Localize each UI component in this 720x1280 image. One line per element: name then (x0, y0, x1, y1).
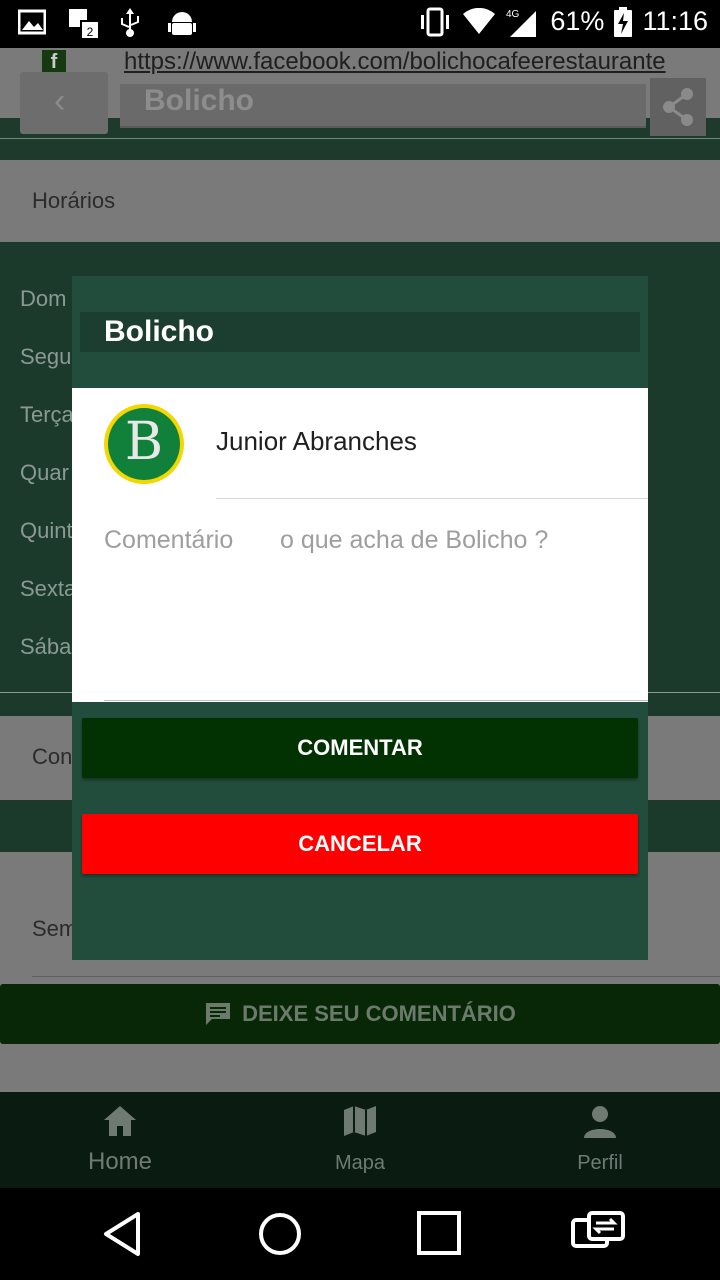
person-icon (584, 1106, 616, 1138)
chevron-left-icon: ‹ (54, 82, 66, 120)
comment-label: Comentário (104, 526, 234, 554)
day-label: Sexta (20, 576, 77, 601)
comment-input[interactable] (280, 526, 620, 555)
comment-dialog: Bolicho B Junior Abranches Comentário CO… (72, 276, 648, 960)
dialog-body: B Junior Abranches Comentário (72, 388, 648, 702)
recents-square-icon[interactable] (416, 1210, 462, 1256)
avatar: B (104, 404, 184, 484)
battery-charging-icon (614, 6, 633, 37)
comentar-button[interactable]: COMENTAR (82, 718, 638, 778)
empty-comments-text: Sem (32, 916, 78, 941)
back-triangle-icon[interactable] (100, 1210, 144, 1258)
wifi-icon (462, 7, 496, 36)
day-label: Quint (20, 518, 73, 543)
nav-perfil-label: Perfil (577, 1152, 623, 1174)
clock: 11:16 (642, 6, 708, 36)
cancelar-button[interactable]: CANCELAR (82, 814, 638, 874)
divider (216, 498, 648, 499)
share-button[interactable] (650, 78, 706, 136)
dialog-title: Bolicho (104, 315, 214, 348)
day-label: Sába (20, 634, 72, 659)
divider (32, 976, 720, 977)
svg-text:2: 2 (87, 25, 94, 39)
nav-home-label: Home (87, 1148, 153, 1175)
comentarios-title: Con (32, 744, 73, 769)
day-label: Segu (20, 344, 72, 369)
usb-icon (118, 8, 146, 38)
nav-home[interactable]: Home (0, 1092, 240, 1188)
system-navigation-bar (0, 1188, 720, 1280)
back-button[interactable]: ‹ (20, 72, 108, 134)
user-name: Junior Abranches (216, 426, 417, 456)
facebook-icon: f (42, 50, 66, 74)
comment-icon (206, 1003, 231, 1025)
nav-mapa[interactable]: Mapa (240, 1092, 480, 1188)
nav-perfil[interactable]: Perfil (480, 1092, 720, 1188)
gallery-notification-icon (18, 8, 46, 38)
vibrate-icon (418, 7, 452, 37)
day-label: Dom (20, 286, 67, 311)
svg-text:4G: 4G (506, 9, 520, 20)
leave-comment-button[interactable]: DEIXE SEU COMENTÁRIO (0, 984, 720, 1044)
switch-app-icon[interactable] (570, 1210, 626, 1250)
avatar-letter: B (124, 412, 164, 472)
map-icon (344, 1106, 376, 1136)
battery-percent: 61% (550, 6, 605, 36)
horarios-section: Horários (0, 160, 720, 242)
bottom-navigation: Home Mapa Perfil (0, 1092, 720, 1188)
day-label: Quar (20, 460, 69, 485)
share-icon (663, 88, 693, 126)
toolbar-title-box: Bolicho (120, 84, 646, 128)
day-label: Terça (20, 402, 74, 427)
facebook-link[interactable]: https://www.facebook.com/bolichocafeeres… (124, 48, 666, 76)
signal-icon: 4G (506, 7, 540, 37)
home-circle-icon[interactable] (256, 1210, 304, 1258)
toolbar-title: Bolicho (144, 84, 254, 117)
home-icon (104, 1106, 136, 1136)
status-bar: 2 4G 61% 11:16 (0, 0, 720, 48)
nav-mapa-label: Mapa (334, 1152, 386, 1174)
input-underline (104, 700, 648, 701)
android-debug-icon (168, 8, 196, 38)
translate-notification-icon: 2 (68, 8, 100, 40)
leave-comment-label: DEIXE SEU COMENTÁRIO (242, 1001, 516, 1026)
horarios-title: Horários (32, 188, 116, 213)
